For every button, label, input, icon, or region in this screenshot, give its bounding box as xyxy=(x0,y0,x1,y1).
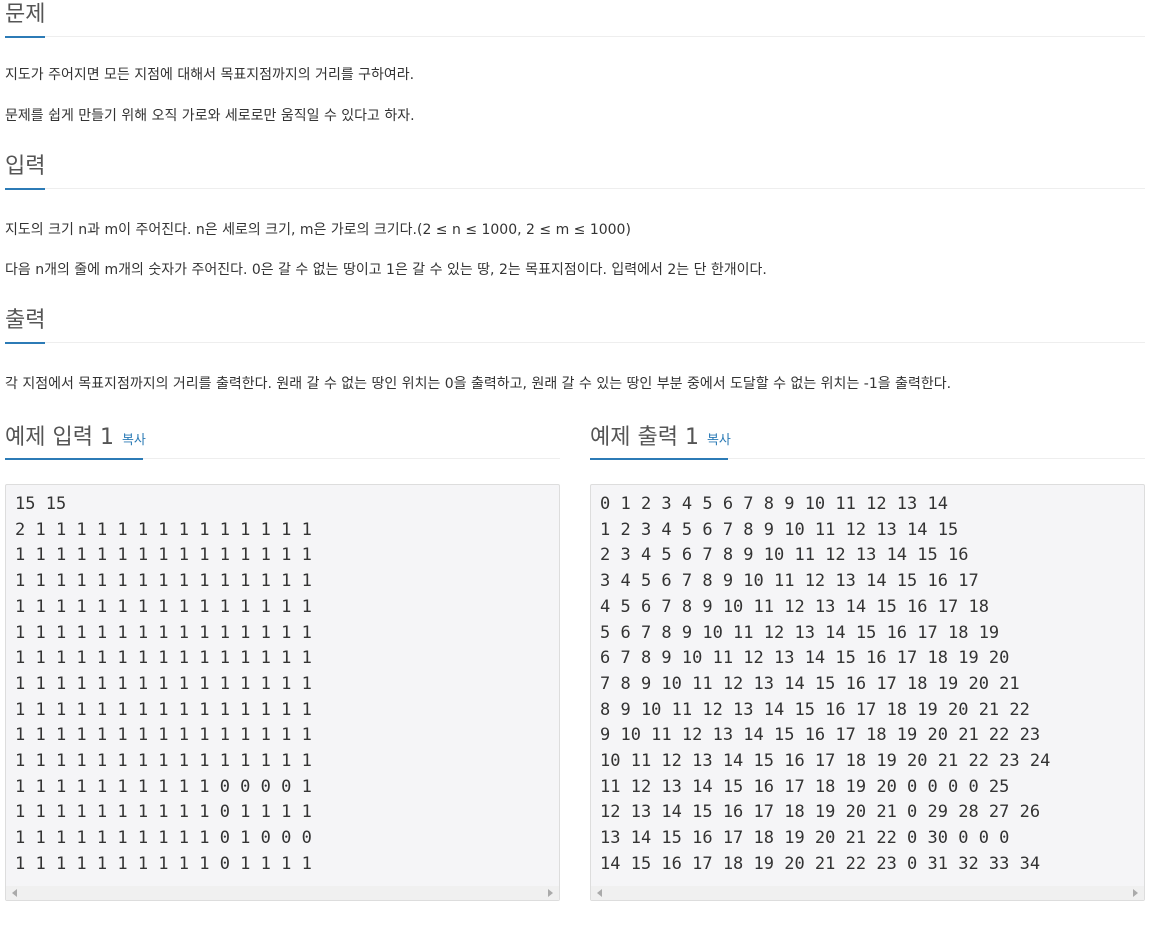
sample-output-line: 6 7 8 9 10 11 12 13 14 15 16 17 18 19 20 xyxy=(600,648,1010,669)
sample-input-line: 1 1 1 1 1 1 1 1 1 1 0 0 0 0 1 xyxy=(15,776,312,797)
input-header: 입력 xyxy=(5,152,1145,190)
horizontal-scrollbar[interactable] xyxy=(6,885,559,900)
header-divider xyxy=(5,36,1145,37)
output-title: 출력 xyxy=(5,308,46,333)
header-underline xyxy=(590,458,728,460)
sample-output-text: 0 1 2 3 4 5 6 7 8 9 10 11 12 13 14 1 2 3 … xyxy=(591,485,1144,878)
sample-output-title: 예제 출력 1 복사 xyxy=(590,423,731,456)
sample-input-line: 1 1 1 1 1 1 1 1 1 1 1 1 1 1 1 xyxy=(15,545,312,566)
problem-section: 문제 xyxy=(5,0,1145,38)
sample-input-line: 1 1 1 1 1 1 1 1 1 1 1 1 1 1 1 xyxy=(15,648,312,669)
sample-output-line: 14 15 16 17 18 19 20 21 22 23 0 31 32 33… xyxy=(600,853,1041,874)
sample-output-line: 13 14 15 16 17 18 19 20 21 22 0 30 0 0 0 xyxy=(600,828,1010,849)
scroll-left-arrow-icon[interactable] xyxy=(597,888,602,897)
sample-output-line: 8 9 10 11 12 13 14 15 16 17 18 19 20 21 … xyxy=(600,699,1030,720)
sample-output-line: 11 12 13 14 15 16 17 18 19 20 0 0 0 0 25 xyxy=(600,776,1010,797)
sample-output-panel: 예제 출력 1 복사 0 1 2 3 4 5 6 7 8 9 10 11 12 1… xyxy=(590,418,1145,933)
output-line: 각 지점에서 목표지점까지의 거리를 출력한다. 원래 갈 수 없는 땅인 위치… xyxy=(5,376,952,392)
horizontal-scrollbar[interactable] xyxy=(591,885,1144,900)
sample-output-line: 2 3 4 5 6 7 8 9 10 11 12 13 14 15 16 xyxy=(600,545,969,566)
sample-input-line: 15 15 xyxy=(15,494,67,514)
sample-input-panel: 예제 입력 1 복사 15 15 2 1 1 1 1 1 1 1 1 1 1 1 1… xyxy=(5,418,560,933)
scroll-right-arrow-icon[interactable] xyxy=(548,888,553,897)
sample-input-line: 2 1 1 1 1 1 1 1 1 1 1 1 1 1 1 xyxy=(15,519,312,540)
sample-output-box[interactable]: 0 1 2 3 4 5 6 7 8 9 10 11 12 13 14 1 2 3 … xyxy=(590,484,1145,901)
sample-input-line: 1 1 1 1 1 1 1 1 1 1 0 1 1 1 1 xyxy=(15,802,312,823)
input-title: 입력 xyxy=(5,154,46,179)
input-line: 다음 n개의 줄에 m개의 숫자가 주어진다. 0은 갈 수 없는 땅이고 1은… xyxy=(5,262,767,278)
sample-input-line: 1 1 1 1 1 1 1 1 1 1 1 1 1 1 1 xyxy=(15,596,312,617)
input-line: 지도의 크기 n과 m이 주어진다. n은 세로의 크기, m은 가로의 크기다… xyxy=(5,222,631,238)
sample-input-text: 15 15 2 1 1 1 1 1 1 1 1 1 1 1 1 1 1 1 1 1 … xyxy=(6,485,559,878)
sample-output-line: 0 1 2 3 4 5 6 7 8 9 10 11 12 13 14 xyxy=(600,494,948,514)
sample-output-line: 3 4 5 6 7 8 9 10 11 12 13 14 15 16 17 xyxy=(600,571,979,592)
sample-input-title: 예제 입력 1 복사 xyxy=(5,423,146,456)
sample-output-line: 12 13 14 15 16 17 18 19 20 21 0 29 28 27… xyxy=(600,802,1041,823)
sample-input-line: 1 1 1 1 1 1 1 1 1 1 1 1 1 1 1 xyxy=(15,699,312,720)
copy-sample-input-link[interactable]: 복사 xyxy=(122,433,146,448)
input-section: 입력 xyxy=(5,152,1145,190)
header-underline xyxy=(5,36,45,38)
problem-title: 문제 xyxy=(5,2,46,27)
sample-output-line: 9 10 11 12 13 14 15 16 17 18 19 20 21 22… xyxy=(600,725,1041,746)
sample-output-line: 1 2 3 4 5 6 7 8 9 10 11 12 13 14 15 xyxy=(600,519,959,540)
copy-sample-output-link[interactable]: 복사 xyxy=(707,433,731,448)
sample-output-title-text: 예제 출력 1 xyxy=(590,425,699,450)
sample-input-line: 1 1 1 1 1 1 1 1 1 1 0 1 0 0 0 xyxy=(15,828,312,849)
sample-input-line: 1 1 1 1 1 1 1 1 1 1 1 1 1 1 1 xyxy=(15,673,312,694)
sample-input-box[interactable]: 15 15 2 1 1 1 1 1 1 1 1 1 1 1 1 1 1 1 1 1 … xyxy=(5,484,560,901)
scroll-left-arrow-icon[interactable] xyxy=(12,888,17,897)
header-underline xyxy=(5,188,45,190)
sample-output-header: 예제 출력 1 복사 xyxy=(590,418,1145,460)
sample-input-line: 1 1 1 1 1 1 1 1 1 1 1 1 1 1 1 xyxy=(15,751,312,772)
sample-output-line: 10 11 12 13 14 15 16 17 18 19 20 21 22 2… xyxy=(600,751,1051,772)
header-underline xyxy=(5,342,45,344)
sample-input-line: 1 1 1 1 1 1 1 1 1 1 1 1 1 1 1 xyxy=(15,725,312,746)
output-header: 출력 xyxy=(5,306,1145,344)
problem-line: 문제를 쉽게 만들기 위해 오직 가로와 세로로만 움직일 수 있다고 하자. xyxy=(5,108,415,124)
header-divider xyxy=(5,188,1145,189)
problem-line: 지도가 주어지면 모든 지점에 대해서 목표지점까지의 거리를 구하여라. xyxy=(5,67,415,83)
sample-input-title-text: 예제 입력 1 xyxy=(5,425,114,450)
sample-output-line: 7 8 9 10 11 12 13 14 15 16 17 18 19 20 2… xyxy=(600,673,1020,694)
header-divider xyxy=(5,342,1145,343)
scroll-right-arrow-icon[interactable] xyxy=(1133,888,1138,897)
sample-input-line: 1 1 1 1 1 1 1 1 1 1 1 1 1 1 1 xyxy=(15,571,312,592)
sample-output-line: 5 6 7 8 9 10 11 12 13 14 15 16 17 18 19 xyxy=(600,622,1000,643)
problem-header: 문제 xyxy=(5,0,1145,38)
sample-output-line: 4 5 6 7 8 9 10 11 12 13 14 15 16 17 18 xyxy=(600,596,989,617)
sample-input-line: 1 1 1 1 1 1 1 1 1 1 0 1 1 1 1 xyxy=(15,853,312,874)
header-underline xyxy=(5,458,143,460)
output-section: 출력 xyxy=(5,306,1145,344)
sample-input-header: 예제 입력 1 복사 xyxy=(5,418,560,460)
sample-input-line: 1 1 1 1 1 1 1 1 1 1 1 1 1 1 1 xyxy=(15,622,312,643)
